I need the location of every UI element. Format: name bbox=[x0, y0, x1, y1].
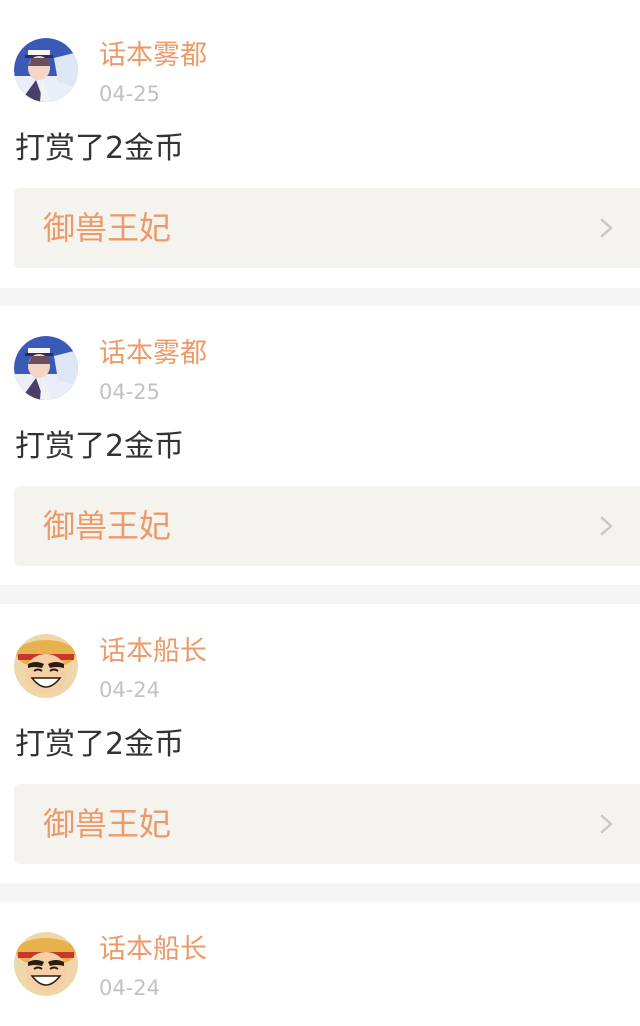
book-title: 御兽王妃 bbox=[43, 805, 172, 843]
username[interactable]: 话本船长 bbox=[99, 934, 207, 966]
username[interactable]: 话本雾都 bbox=[99, 40, 207, 72]
book-title: 御兽王妃 bbox=[43, 209, 172, 247]
reward-card: 话本船长 04-24 打赏了2金币 御兽王妃 bbox=[0, 604, 640, 883]
anime-gentleman-thief-avatar-icon bbox=[14, 38, 78, 102]
reward-feed: 话本雾都 04-25 打赏了2金币 御兽王妃 话本雾都 04-25 打赏了2金币… bbox=[0, 0, 640, 1026]
anime-straw-hat-avatar-icon bbox=[14, 634, 78, 698]
post-date: 04-25 bbox=[99, 82, 161, 106]
username[interactable]: 话本船长 bbox=[99, 636, 207, 668]
post-date: 04-24 bbox=[99, 678, 161, 702]
user-avatar[interactable] bbox=[14, 634, 78, 698]
anime-gentleman-thief-avatar-icon bbox=[14, 336, 78, 400]
user-avatar[interactable] bbox=[14, 932, 78, 996]
reward-card: 话本船长 04-24 bbox=[0, 902, 640, 1026]
post-date: 04-24 bbox=[99, 976, 161, 1000]
book-link[interactable]: 御兽王妃 bbox=[14, 188, 640, 268]
post-date: 04-25 bbox=[99, 380, 161, 404]
book-link[interactable]: 御兽王妃 bbox=[14, 784, 640, 864]
book-title: 御兽王妃 bbox=[43, 507, 172, 545]
user-avatar[interactable] bbox=[14, 38, 78, 102]
reward-card: 话本雾都 04-25 打赏了2金币 御兽王妃 bbox=[0, 8, 640, 288]
username[interactable]: 话本雾都 bbox=[99, 338, 207, 370]
reward-action-text: 打赏了2金币 bbox=[15, 429, 185, 464]
chevron-right-icon bbox=[600, 516, 613, 536]
anime-straw-hat-avatar-icon bbox=[14, 932, 78, 996]
reward-action-text: 打赏了2金币 bbox=[15, 131, 185, 166]
chevron-right-icon bbox=[600, 814, 613, 834]
chevron-right-icon bbox=[600, 218, 613, 238]
reward-card: 话本雾都 04-25 打赏了2金币 御兽王妃 bbox=[0, 306, 640, 585]
reward-action-text: 打赏了2金币 bbox=[15, 727, 185, 762]
book-link[interactable]: 御兽王妃 bbox=[14, 486, 640, 566]
user-avatar[interactable] bbox=[14, 336, 78, 400]
